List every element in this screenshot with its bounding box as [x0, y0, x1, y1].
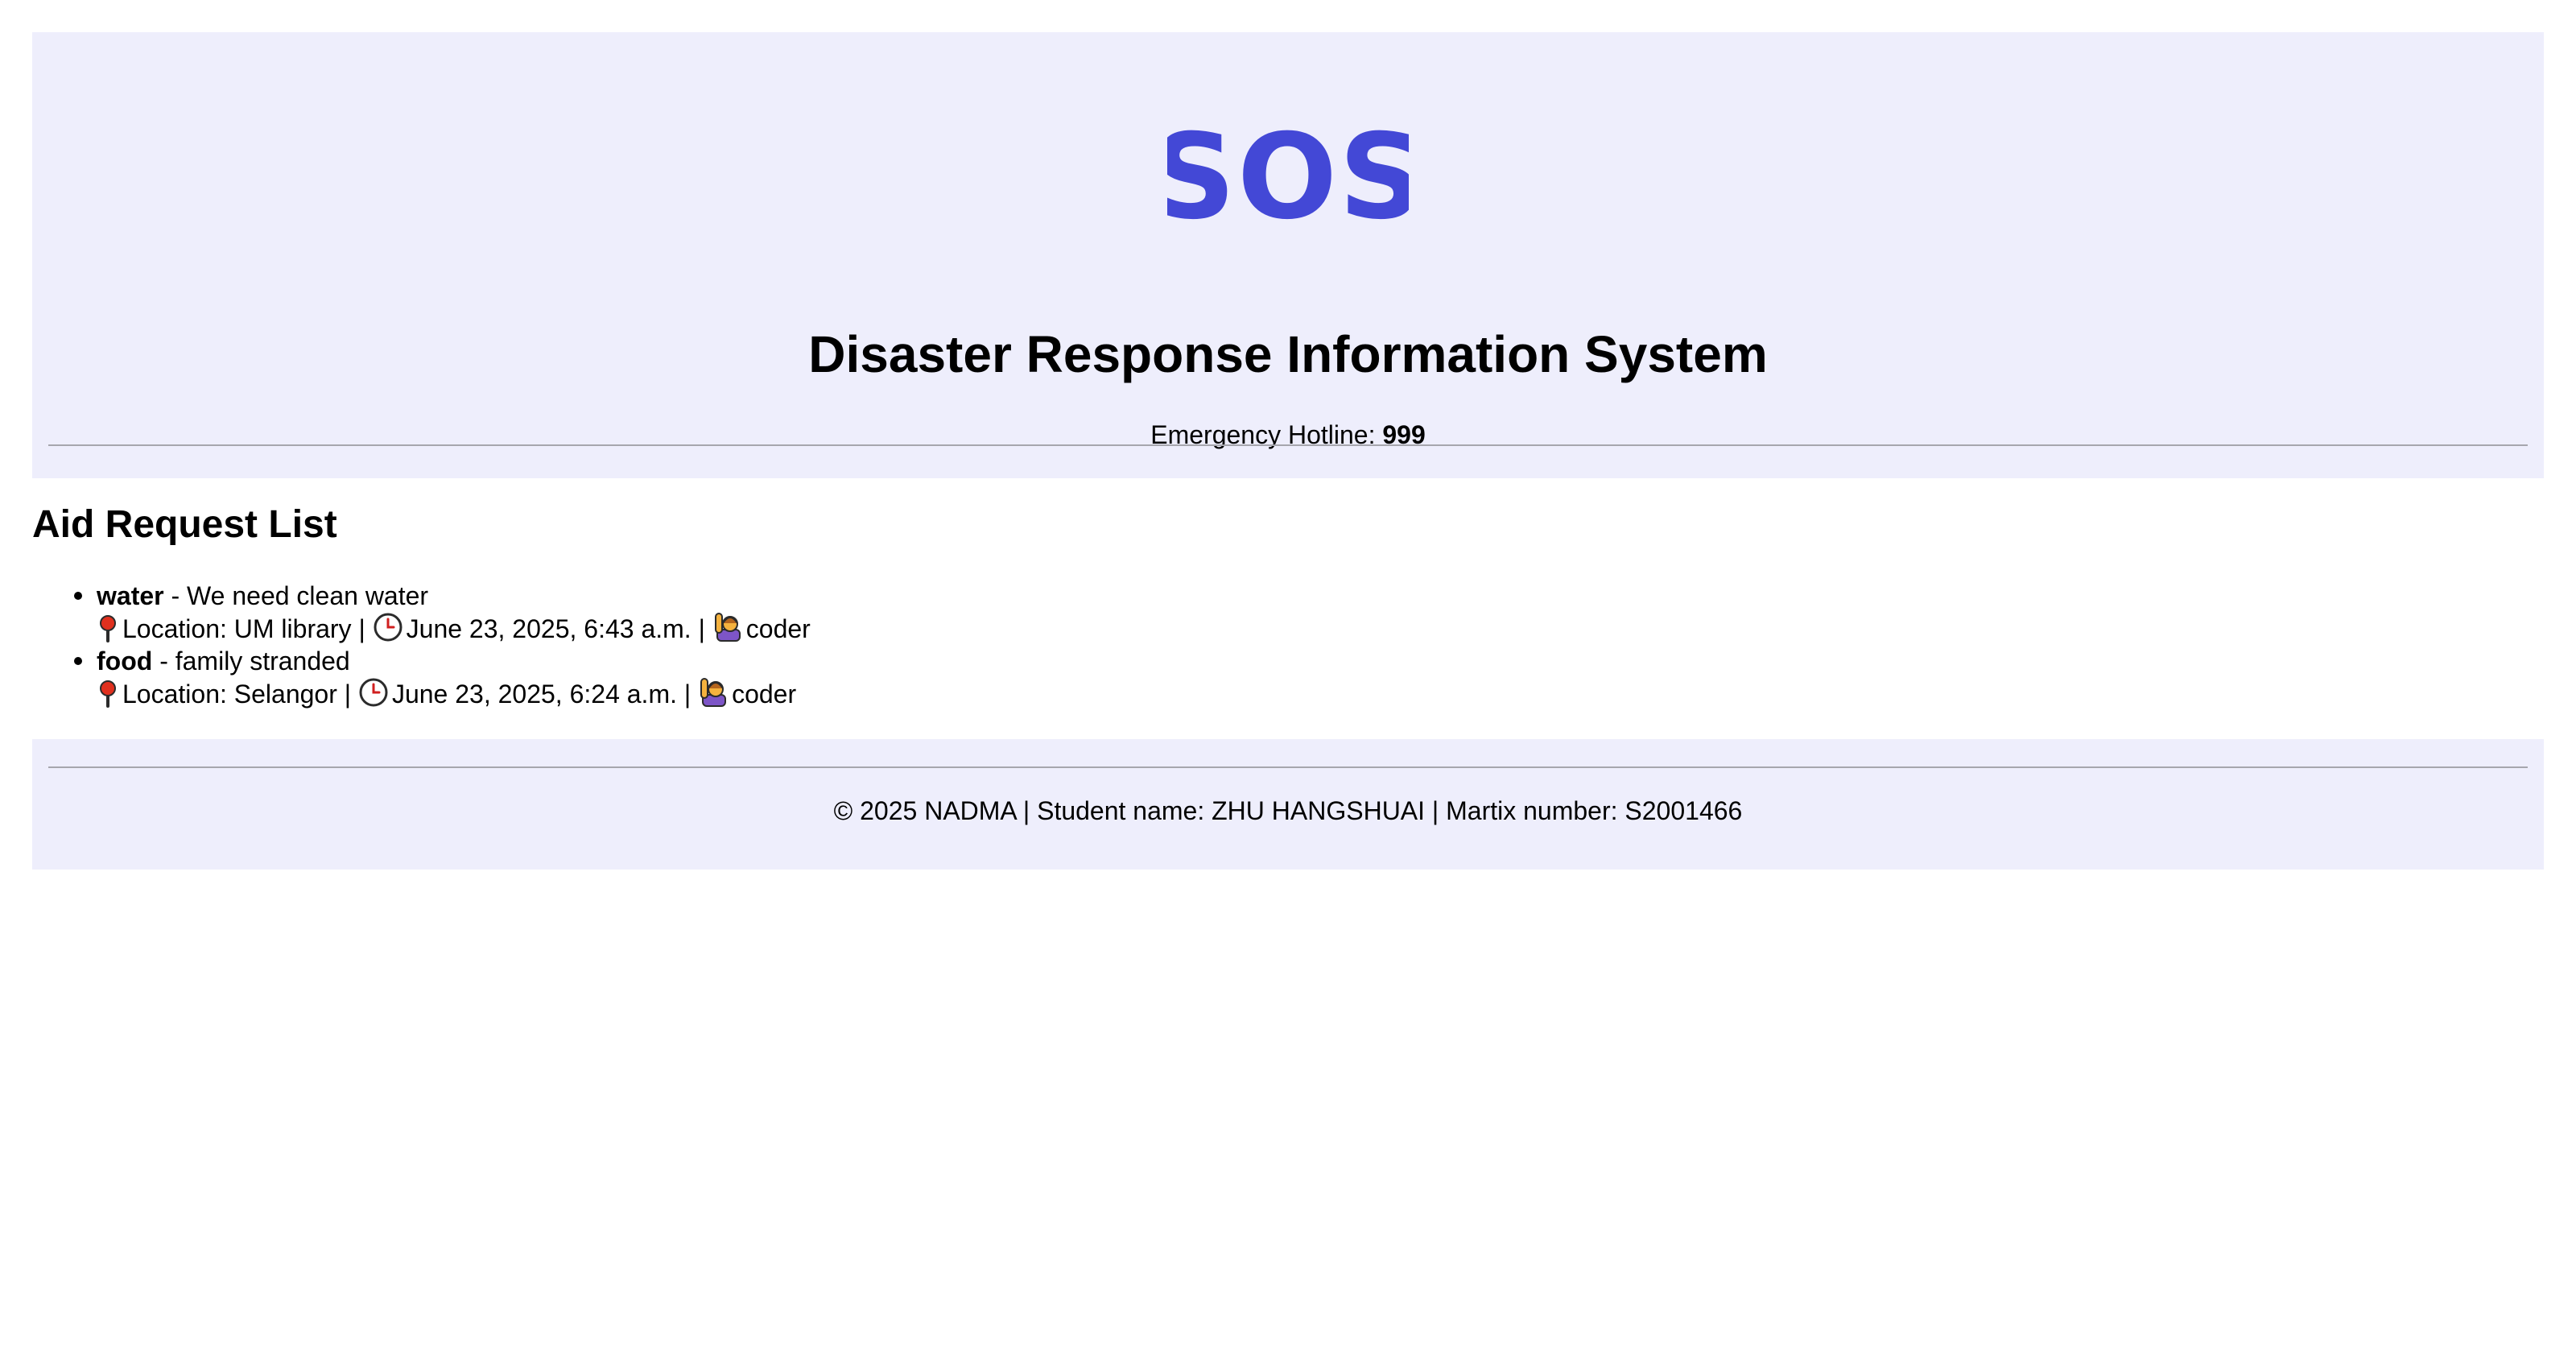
person-raising-hand-icon [714, 613, 741, 642]
request-description: We need clean water [187, 581, 429, 610]
bullet [74, 657, 82, 665]
clock-icon [359, 678, 388, 707]
aid-request-list: water - We need clean water Location: UM… [32, 580, 811, 710]
request-details: Location: UM library | June 23, 2025, 6:… [97, 612, 811, 645]
request-details: Location: Selangor | June 23, 2025, 6:24… [97, 677, 811, 710]
request-category: water [97, 581, 164, 610]
pin-icon [100, 680, 116, 708]
sos-logo-text: SOS [1167, 127, 1409, 232]
request-location: Location: UM library [122, 614, 352, 643]
request-location: Location: Selangor [122, 680, 337, 709]
request-user: coder [732, 680, 797, 709]
request-separator: - [171, 581, 180, 610]
sos-logo-graphic: SOS [1167, 127, 1409, 232]
emergency-hotline: Emergency Hotline: 999 [32, 419, 2544, 451]
request-timestamp: June 23, 2025, 6:43 a.m. [406, 614, 691, 643]
request-category: food [97, 647, 153, 676]
list-item: water - We need clean water Location: UM… [32, 580, 811, 645]
request-user: coder [745, 614, 811, 643]
page-title: Disaster Response Information System [808, 325, 1768, 383]
request-description: family stranded [175, 647, 350, 676]
header-divider [48, 444, 2528, 446]
bullet [74, 592, 82, 600]
sos-logo: SOS [32, 127, 2544, 232]
request-timestamp: June 23, 2025, 6:24 a.m. [391, 680, 677, 709]
site-header: SOS Disaster Response Information System… [32, 32, 2544, 478]
list-item: food - family stranded Location: Selango… [32, 645, 811, 710]
site-footer: © 2025 NADMA | Student name: ZHU HANGSHU… [32, 739, 2544, 870]
footer-divider [48, 766, 2528, 768]
footer-text: © 2025 NADMA | Student name: ZHU HANGSHU… [833, 796, 1743, 825]
pin-icon [100, 615, 116, 642]
request-separator: - [159, 647, 168, 676]
clock-icon [374, 613, 402, 642]
section-title: Aid Request List [32, 503, 337, 546]
person-raising-hand-icon [700, 678, 727, 707]
